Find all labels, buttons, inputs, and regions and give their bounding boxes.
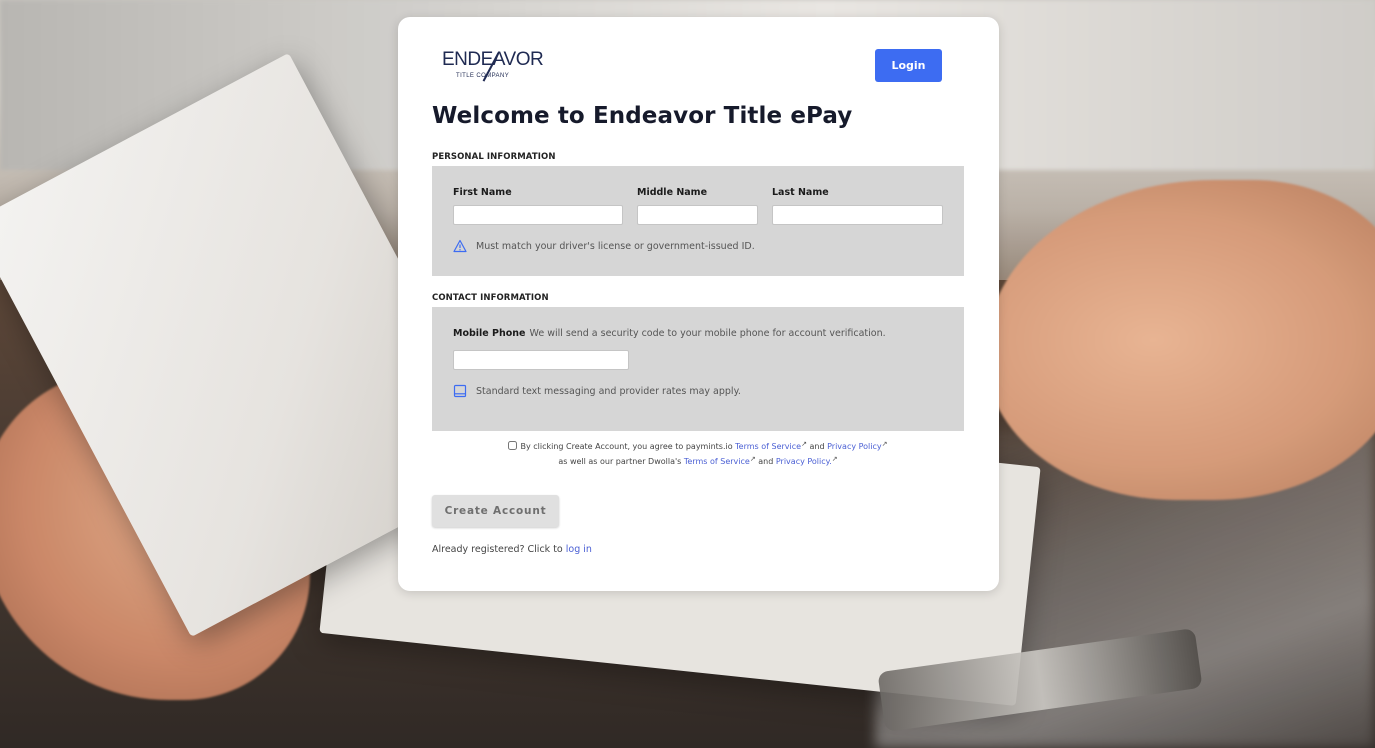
first-name-label: First Name bbox=[453, 187, 512, 198]
mobile-phone-icon bbox=[453, 384, 467, 398]
terms-agreement: By clicking Create Account, you agree to… bbox=[438, 438, 958, 468]
contact-info-heading: CONTACT INFORMATION bbox=[432, 293, 549, 303]
logo-sub-text: TITLE COMPANY bbox=[456, 73, 510, 79]
last-name-input[interactable] bbox=[772, 205, 943, 225]
contact-info-panel: Mobile Phone We will send a security code… bbox=[432, 307, 964, 431]
paymints-terms-link[interactable]: Terms of Service bbox=[735, 442, 801, 451]
warning-triangle-icon bbox=[453, 239, 467, 253]
personal-info-heading: PERSONAL INFORMATION bbox=[432, 152, 556, 162]
mobile-phone-input[interactable] bbox=[453, 350, 629, 370]
already-registered-label: Already registered? Click to bbox=[432, 544, 563, 555]
personal-info-hint: Must match your driver's license or gove… bbox=[476, 241, 755, 252]
first-name-input[interactable] bbox=[453, 205, 623, 225]
external-link-icon: ↗ bbox=[749, 455, 756, 463]
signup-card: ENDEAVOR TITLE COMPANY Login Welcome to … bbox=[398, 17, 999, 591]
middle-name-input[interactable] bbox=[637, 205, 758, 225]
last-name-label: Last Name bbox=[772, 187, 829, 198]
dwolla-privacy-link[interactable]: Privacy Policy. bbox=[776, 457, 832, 466]
external-link-icon: ↗ bbox=[801, 440, 807, 448]
mobile-phone-label-text: Mobile Phone bbox=[453, 328, 526, 339]
endeavor-logo: ENDEAVOR TITLE COMPANY bbox=[442, 49, 552, 93]
mobile-phone-description: We will send a security code to your mob… bbox=[529, 328, 886, 339]
terms-line-1: By clicking Create Account, you agree to… bbox=[438, 438, 958, 453]
mobile-phone-label: Mobile Phone We will send a security code… bbox=[453, 328, 886, 339]
paymints-privacy-link[interactable]: Privacy Policy bbox=[827, 442, 882, 451]
contact-info-hint: Standard text messaging and provider rat… bbox=[476, 386, 741, 397]
dwolla-terms-link[interactable]: Terms of Service bbox=[684, 457, 750, 466]
middle-name-label: Middle Name bbox=[637, 187, 708, 198]
terms-and-2: and bbox=[758, 457, 774, 466]
terms-text-1: By clicking Create Account, you agree to… bbox=[520, 442, 733, 451]
page-title: Welcome to Endeavor Title ePay bbox=[432, 103, 853, 129]
login-button[interactable]: Login bbox=[875, 49, 942, 82]
external-link-icon: ↗ bbox=[831, 455, 838, 463]
terms-and-1: and bbox=[809, 442, 825, 451]
external-link-icon: ↗ bbox=[881, 440, 888, 448]
terms-text-2: as well as our partner Dwolla's bbox=[558, 457, 682, 466]
terms-checkbox[interactable] bbox=[508, 441, 518, 450]
create-account-button[interactable]: Create Account bbox=[432, 495, 559, 527]
personal-info-panel: First Name Middle Name Last Name Must ma… bbox=[432, 166, 964, 276]
terms-line-2: as well as our partner Dwolla's Terms of… bbox=[438, 453, 958, 468]
already-registered-text: Already registered? Click to log in bbox=[432, 544, 592, 555]
login-link[interactable]: log in bbox=[566, 544, 592, 555]
